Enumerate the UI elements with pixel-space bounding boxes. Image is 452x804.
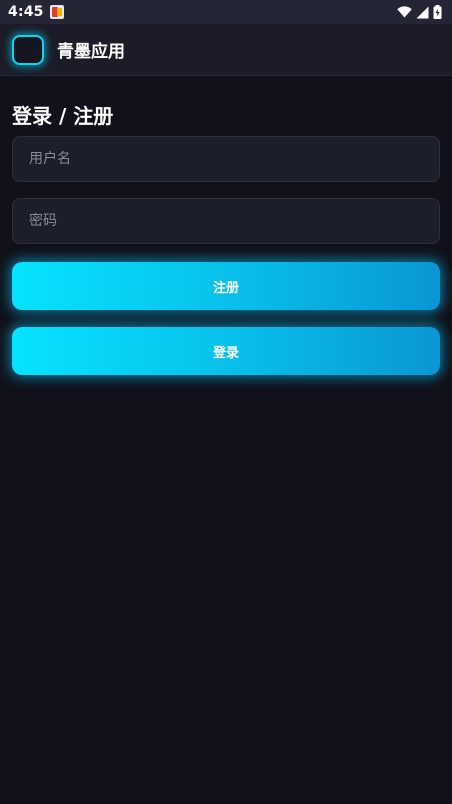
app-screen: 4:45 青墨应用 登录 / 注册 用户名 注册 登录 <box>0 0 452 804</box>
app-notification-icon <box>49 5 64 19</box>
app-bar: 青墨应用 <box>0 24 452 76</box>
app-title: 青墨应用 <box>57 42 125 62</box>
register-button[interactable]: 注册 <box>12 262 440 310</box>
login-button[interactable]: 登录 <box>12 327 440 375</box>
cell-signal-icon <box>416 6 429 19</box>
password-input[interactable] <box>12 198 440 244</box>
wifi-icon <box>397 6 412 18</box>
status-bar: 4:45 <box>0 0 452 24</box>
status-time: 4:45 <box>8 4 44 20</box>
status-icons <box>397 5 442 19</box>
app-logo-icon <box>12 34 44 65</box>
username-input[interactable] <box>12 136 440 182</box>
page-title: 登录 / 注册 <box>12 104 114 128</box>
battery-icon <box>433 5 442 19</box>
